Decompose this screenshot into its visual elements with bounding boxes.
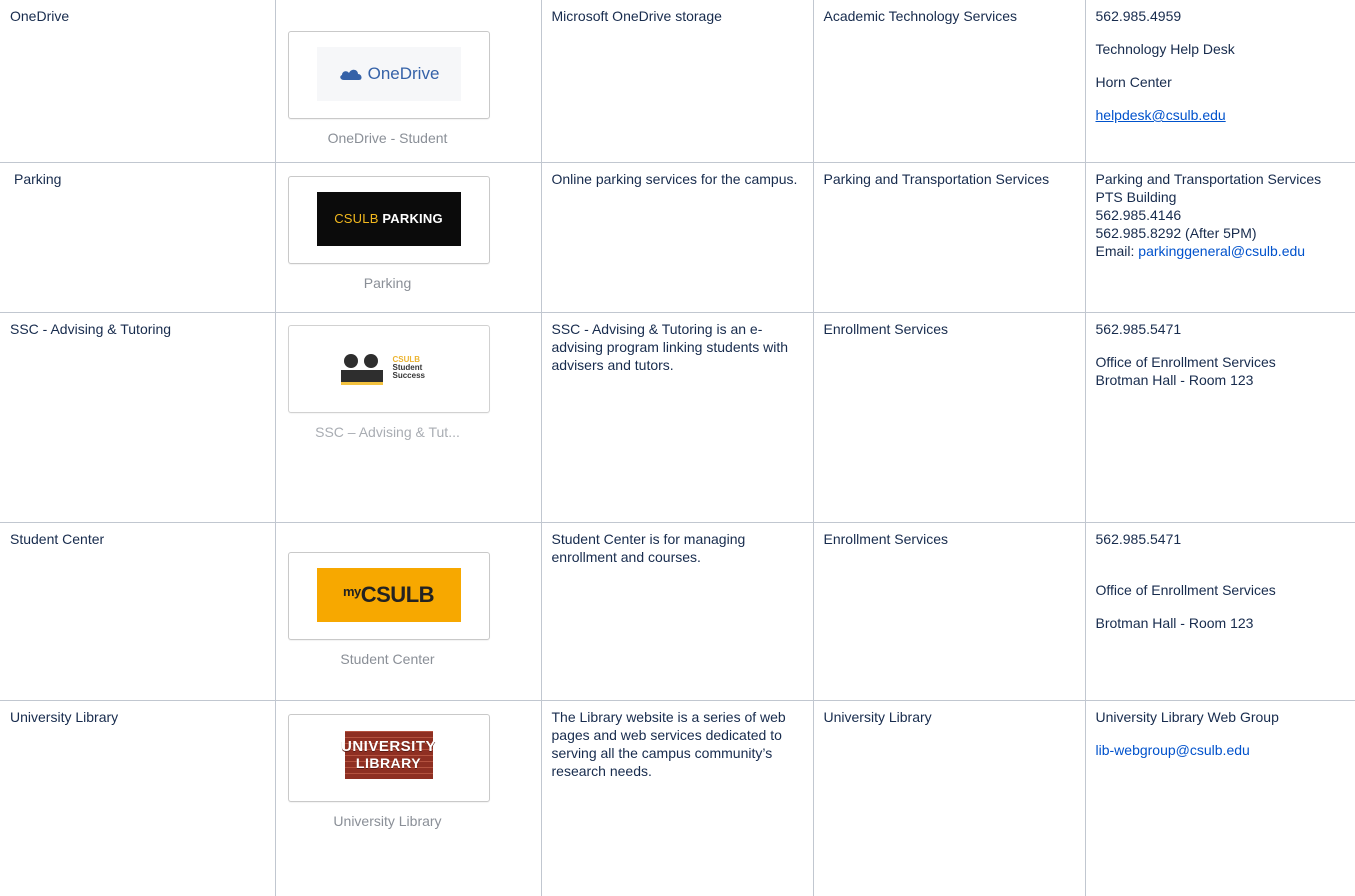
onedrive-logo-text: OneDrive [368,65,440,83]
app-tile-cell: CSULB PARKING Parking [275,163,541,313]
ssc-logo-text: CSULB Student Success [393,356,425,380]
onedrive-app-tile[interactable]: OneDrive [288,31,490,119]
service-name: Student Center [10,530,265,548]
onedrive-logo: OneDrive [317,47,461,101]
service-department: University Library [824,709,932,725]
department-cell: Parking and Transportation Services [813,163,1085,313]
service-description: Student Center is for managing enrollmen… [552,531,746,565]
csulb-parking-logo: CSULB PARKING [317,192,461,246]
service-department: Enrollment Services [824,531,949,547]
service-department: Academic Technology Services [824,8,1018,24]
services-table: OneDrive OneDrive OneDrive - Student Mic… [0,0,1355,896]
department-cell: Enrollment Services [813,313,1085,523]
service-name-cell: Student Center [0,523,275,701]
service-description: Online parking services for the campus. [552,171,798,187]
parking-logo-text: PARKING [382,210,442,228]
library-email-link[interactable]: lib-webgroup@csulb.edu [1096,742,1250,758]
description-cell: The Library website is a series of web p… [541,701,813,896]
ssc-logo-success: Success [393,372,425,380]
library-logo-line2: LIBRARY [356,755,421,772]
app-tile-cell: myCSULB Student Center [275,523,541,701]
department-cell: University Library [813,701,1085,896]
contact-line: Horn Center [1096,73,1346,91]
contact-line: Office of Enrollment Services [1096,581,1346,599]
university-library-logo: UNIVERSITY LIBRARY [345,731,433,779]
department-cell: Academic Technology Services [813,0,1085,163]
parking-logo-csulb: CSULB [334,210,378,228]
app-tile-caption[interactable]: University Library [286,812,490,830]
table-row-university-library: University Library UNIVERSITY LIBRARY Un… [0,701,1355,896]
description-cell: SSC - Advising & Tutoring is an e-advisi… [541,313,813,523]
library-logo-line1: UNIVERSITY [341,738,436,755]
parking-app-tile[interactable]: CSULB PARKING [288,176,490,264]
email-label: Email: [1096,243,1135,259]
app-tile-caption[interactable]: OneDrive - Student [286,129,490,147]
app-tile-cell: OneDrive OneDrive - Student [275,0,541,163]
contact-phone: 562.985.4146 [1096,206,1346,224]
contact-line: PTS Building [1096,188,1346,206]
service-name-cell: Parking [0,163,275,313]
table-row-student-center: Student Center myCSULB Student Center St… [0,523,1355,701]
mycsulb-logo-text: CSULB [361,586,434,604]
app-tile-caption[interactable]: Parking [286,274,490,292]
contact-line: University Library Web Group [1096,708,1346,726]
contact-cell: Parking and Transportation Services PTS … [1085,163,1355,313]
contact-line: Brotman Hall - Room 123 [1096,614,1346,632]
service-description: The Library website is a series of web p… [552,709,786,779]
service-description: SSC - Advising & Tutoring is an e-advisi… [552,321,789,373]
department-cell: Enrollment Services [813,523,1085,701]
contact-phone: 562.985.4959 [1096,7,1346,25]
app-tile-cell: UNIVERSITY LIBRARY University Library [275,701,541,896]
service-department: Enrollment Services [824,321,949,337]
service-name: SSC - Advising & Tutoring [10,320,265,338]
contact-line: Brotman Hall - Room 123 [1096,371,1346,389]
contact-line: Parking and Transportation Services [1096,170,1346,188]
app-tile-caption[interactable]: SSC – Advising & Tut... [286,423,490,441]
contact-cell: 562.985.5471 Office of Enrollment Servic… [1085,523,1355,701]
contact-email-row: Email: parkinggeneral@csulb.edu [1096,242,1346,260]
mycsulb-logo: myCSULB [317,568,461,622]
table-row-ssc: SSC - Advising & Tutoring CSULB Student … [0,313,1355,523]
contact-phone: 562.985.5471 [1096,320,1346,338]
contact-phone: 562.985.8292 (After 5PM) [1096,224,1346,242]
description-cell: Student Center is for managing enrollmen… [541,523,813,701]
cloud-icon [338,67,364,81]
contact-line: Technology Help Desk [1096,40,1346,58]
contact-phone: 562.985.5471 [1096,530,1346,548]
ssc-app-tile[interactable]: CSULB Student Success [288,325,490,413]
service-description: Microsoft OneDrive storage [552,8,722,24]
service-department: Parking and Transportation Services [824,171,1050,187]
service-name: OneDrive [10,7,265,25]
helpdesk-email-link[interactable]: helpdesk@csulb.edu [1096,107,1226,123]
contact-cell: University Library Web Group lib-webgrou… [1085,701,1355,896]
service-name-cell: University Library [0,701,275,896]
table-row-onedrive: OneDrive OneDrive OneDrive - Student Mic… [0,0,1355,163]
service-name-cell: SSC - Advising & Tutoring [0,313,275,523]
contact-line: Office of Enrollment Services [1096,353,1346,371]
contact-cell: 562.985.5471 Office of Enrollment Servic… [1085,313,1355,523]
mycsulb-logo-prefix: my [343,583,361,601]
contact-cell: 562.985.4959 Technology Help Desk Horn C… [1085,0,1355,163]
description-cell: Online parking services for the campus. [541,163,813,313]
service-name: Parking [10,170,265,188]
app-tile-caption[interactable]: Student Center [286,650,490,668]
table-row-parking: Parking CSULB PARKING Parking Online par… [0,163,1355,313]
description-cell: Microsoft OneDrive storage [541,0,813,163]
student-success-logo: CSULB Student Success [317,341,461,395]
student-center-app-tile[interactable]: myCSULB [288,552,490,640]
library-app-tile[interactable]: UNIVERSITY LIBRARY [288,714,490,802]
parking-email-link[interactable]: parkinggeneral@csulb.edu [1138,243,1305,259]
students-reading-icon [339,350,385,386]
service-name-cell: OneDrive [0,0,275,163]
app-tile-cell: CSULB Student Success SSC – Advising & T… [275,313,541,523]
service-name: University Library [10,708,265,726]
